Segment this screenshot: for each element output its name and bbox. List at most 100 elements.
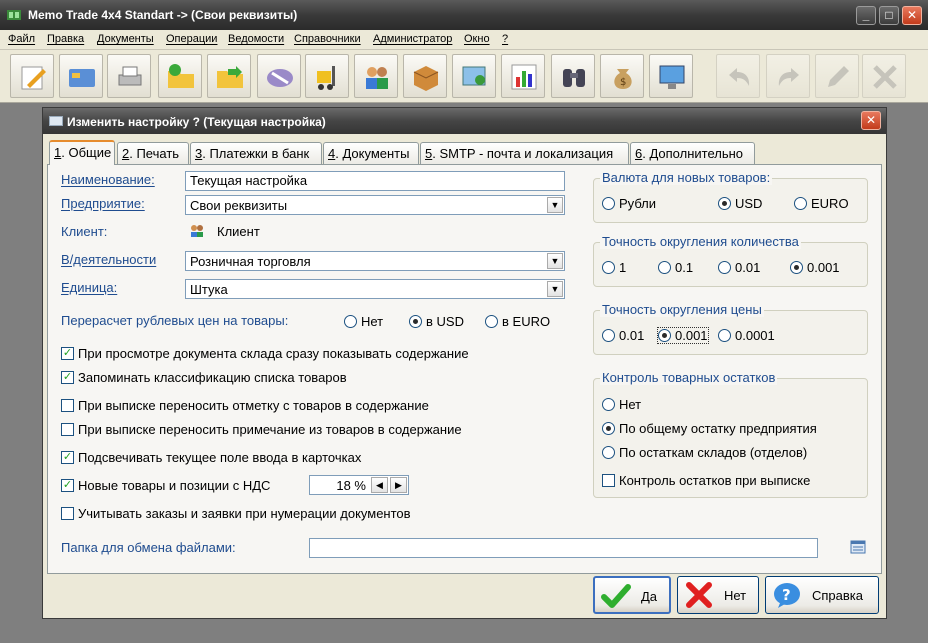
toolbar-delete-button[interactable]	[862, 54, 906, 98]
menu-file[interactable]: Файл	[8, 33, 35, 45]
tab-documents[interactable]: 4. Документы	[323, 142, 419, 164]
check-vat-new-items[interactable]: Новые товары и позиции с НДС	[61, 478, 270, 493]
price-precision-001-radio[interactable]: 0.01	[602, 328, 644, 343]
help-button[interactable]: ? Справка	[765, 576, 879, 614]
menu-window[interactable]: Окно	[464, 33, 490, 45]
radio-indicator	[602, 422, 615, 435]
tab-advanced[interactable]: 6. Дополнительно	[630, 142, 755, 164]
activity-select[interactable]: Розничная торговля ▼	[185, 251, 565, 271]
toolbar-search-button[interactable]	[551, 54, 595, 98]
check-stock-on-invoice[interactable]: Контроль остатков при выписке	[602, 473, 810, 488]
price-precision-00001-radio[interactable]: 0.0001	[718, 328, 775, 343]
radio-indicator	[790, 261, 803, 274]
toolbar-chart-button[interactable]	[501, 54, 545, 98]
radio-indicator	[485, 315, 498, 328]
toolbar-money-button[interactable]: $	[600, 54, 644, 98]
checkbox-box	[61, 347, 74, 360]
currency-usd-radio[interactable]: USD	[718, 196, 762, 211]
tab-general[interactable]: 1. Общие	[49, 140, 115, 165]
recalc-euro-radio[interactable]: в EURO	[485, 314, 550, 329]
menu-edit[interactable]: Правка	[47, 33, 84, 45]
map-user-icon	[462, 66, 486, 86]
app-title: Memo Trade 4x4 Standart -> (Свои реквизи…	[28, 8, 298, 22]
app-close-button[interactable]: ✕	[902, 6, 922, 25]
toolbar-undo-button[interactable]	[716, 54, 760, 98]
toolbar-forklift-button[interactable]	[305, 54, 349, 98]
menu-operations[interactable]: Операции	[166, 33, 217, 45]
tab-smtp[interactable]: 5. SMTP - почта и локализация	[420, 142, 629, 164]
stock-company-radio[interactable]: По общему остатку предприятия	[602, 421, 817, 436]
chevron-right-icon[interactable]: ▶	[390, 477, 407, 493]
price-precision-0001-radio[interactable]: 0.001	[657, 327, 709, 344]
client-value[interactable]: Клиент	[217, 224, 260, 239]
pencil-icon	[828, 66, 849, 87]
check-remember-classification[interactable]: Запоминать классификацию списка товаров	[61, 370, 347, 385]
currency-group-title: Валюта для новых товаров:	[600, 170, 773, 185]
toolbar-pencil-button[interactable]	[815, 54, 859, 98]
recalc-none-radio[interactable]: Нет	[344, 314, 383, 329]
chevron-left-icon[interactable]: ◀	[371, 477, 388, 493]
qty-precision-001-radio[interactable]: 0.01	[718, 260, 760, 275]
stock-warehouse-radio[interactable]: По остаткам складов (отделов)	[602, 445, 807, 460]
name-input[interactable]: Текущая настройка	[185, 171, 565, 191]
check-show-content[interactable]: При просмотре документа склада сразу пок…	[61, 346, 469, 361]
radio-indicator	[602, 197, 615, 210]
stock-control-group: Контроль товарных остатков Нет По общему…	[593, 370, 868, 498]
unit-select[interactable]: Штука ▼	[185, 279, 565, 299]
maximize-button[interactable]: □	[879, 6, 899, 25]
chevron-down-icon[interactable]: ▼	[547, 281, 563, 297]
ok-button[interactable]: Да	[593, 576, 671, 614]
chevron-down-icon[interactable]: ▼	[547, 197, 563, 213]
toolbar-disk-button[interactable]	[257, 54, 301, 98]
toolbar-monitor-button[interactable]	[649, 54, 693, 98]
cancel-button[interactable]: Нет	[677, 576, 759, 614]
minimize-button[interactable]: _	[856, 6, 876, 25]
menu-reports[interactable]: Ведомости	[228, 33, 284, 45]
delete-icon	[873, 65, 897, 89]
dialog-titlebar: Изменить настройку ? (Текущая настройка)…	[43, 108, 886, 134]
qty-precision-1-radio[interactable]: 1	[602, 260, 626, 275]
toolbar-folder-add-button[interactable]	[158, 54, 202, 98]
undo-icon	[729, 68, 750, 86]
dialog-close-button[interactable]: ✕	[861, 111, 881, 130]
toolbar-card-button[interactable]	[59, 54, 103, 98]
svg-text:$: $	[620, 77, 626, 88]
vat-stepper[interactable]: 18 % ◀ ▶	[309, 475, 409, 495]
window-icon	[49, 116, 63, 126]
toolbar-users-button[interactable]	[354, 54, 398, 98]
toolbar-print-button[interactable]	[107, 54, 151, 98]
menu-bar: Файл Правка Документы Операции Ведомости…	[0, 30, 928, 50]
folder-browse-icon[interactable]	[850, 540, 866, 554]
menu-references[interactable]: Справочники	[294, 33, 361, 45]
currency-euro-radio[interactable]: EURO	[794, 196, 849, 211]
check-transfer-note[interactable]: При выписке переносить примечание из тов…	[61, 422, 462, 437]
toolbar-map-user-button[interactable]	[452, 54, 496, 98]
menu-admin[interactable]: Администратор	[373, 33, 452, 45]
toolbar-redo-button[interactable]	[766, 54, 810, 98]
toolbar-folder-export-button[interactable]	[207, 54, 251, 98]
vat-value[interactable]: 18 %	[336, 478, 366, 493]
recalc-usd-radio[interactable]: в USD	[409, 314, 464, 329]
check-highlight-field[interactable]: Подсвечивать текущее поле ввода в карточ…	[61, 450, 361, 465]
tab-print[interactable]: 2. Печать	[117, 142, 189, 164]
price-precision-group: Точность округления цены 0.01 0.001 0.00…	[593, 302, 868, 355]
card-icon	[69, 69, 95, 87]
company-value: Свои реквизиты	[190, 198, 288, 213]
folder-input[interactable]	[309, 538, 818, 558]
check-transfer-mark[interactable]: При выписке переносить отметку с товаров…	[61, 398, 429, 413]
toolbar-box-button[interactable]	[403, 54, 447, 98]
company-select[interactable]: Свои реквизиты ▼	[185, 195, 565, 215]
dialog-title: Изменить настройку ? (Текущая настройка)	[67, 115, 326, 129]
qty-precision-0001-radio[interactable]: 0.001	[790, 260, 840, 275]
menu-help[interactable]: ?	[502, 33, 508, 45]
toolbar-edit-button[interactable]	[10, 54, 54, 98]
chevron-down-icon[interactable]: ▼	[547, 253, 563, 269]
qty-precision-01-radio[interactable]: 0.1	[658, 260, 693, 275]
folder-add-icon	[168, 64, 194, 88]
currency-rub-radio[interactable]: Рубли	[602, 196, 656, 211]
radio-indicator	[409, 315, 422, 328]
stock-none-radio[interactable]: Нет	[602, 397, 641, 412]
tab-bank-payments[interactable]: 3. Платежки в банк	[190, 142, 322, 164]
check-count-orders[interactable]: Учитывать заказы и заявки при нумерации …	[61, 506, 411, 521]
menu-documents[interactable]: Документы	[97, 33, 154, 45]
